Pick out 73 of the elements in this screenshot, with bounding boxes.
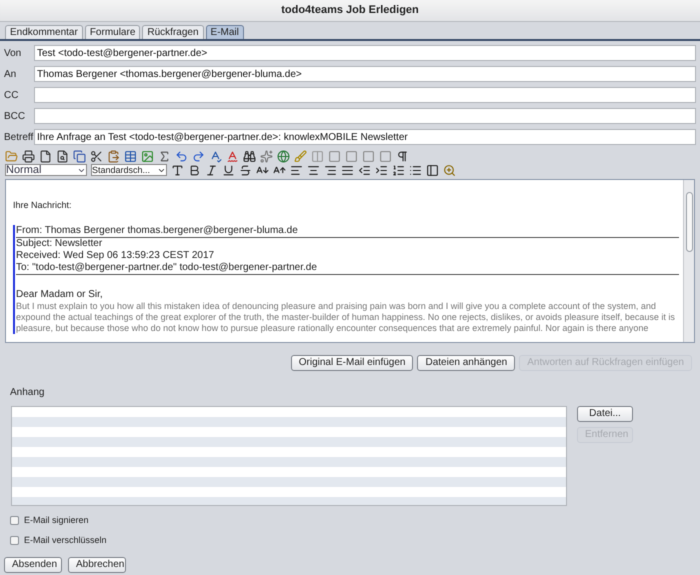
action-button[interactable]: Abbrechen	[68, 557, 126, 573]
folder-icon[interactable]	[5, 150, 18, 162]
copy-icon[interactable]	[73, 150, 86, 162]
printer-icon[interactable]	[22, 150, 35, 162]
field-label: CC	[4, 88, 20, 102]
font-icon[interactable]	[171, 164, 184, 176]
action-button[interactable]: Absenden	[4, 557, 62, 573]
checkbox[interactable]: E-Mail verschlüsseln	[10, 534, 690, 547]
table-cell-icon[interactable]	[345, 150, 358, 162]
input-field[interactable]: Test <todo-test@bergener-partner.de>	[34, 45, 696, 61]
align-right-icon[interactable]	[324, 164, 337, 176]
tab[interactable]: Endkommentar	[5, 25, 83, 39]
numbered-list-icon[interactable]	[392, 164, 405, 176]
paste-icon[interactable]	[107, 150, 120, 162]
checkbox-square[interactable]	[10, 516, 19, 526]
globe-icon[interactable]	[277, 150, 290, 162]
input-field[interactable]: Thomas Bergener <thomas.bergener@bergener-bluma.de>	[34, 66, 696, 82]
quote-header-line: Subject: Newsletter	[16, 238, 104, 250]
table-cell-icon[interactable]	[328, 150, 341, 162]
underline-icon[interactable]	[222, 164, 235, 176]
tab[interactable]: Rückfragen	[142, 25, 204, 39]
panel-icon[interactable]	[426, 164, 439, 176]
quote-header-line: To: "todo-test@bergener-partner.de" todo-test@bergener-partner.de	[16, 262, 679, 275]
action-button[interactable]: Dateien anhängen	[417, 355, 516, 371]
table-cell-icon[interactable]	[362, 150, 375, 162]
table-icon[interactable]	[124, 150, 137, 162]
image-icon[interactable]	[141, 150, 154, 162]
field-label: Betreff	[4, 130, 34, 144]
input-field[interactable]: Ihre Anfrage an Test <todo-test@bergener-partner.de>: knowlexMOBILE Newsletter	[34, 129, 696, 145]
align-justify-icon[interactable]	[341, 164, 354, 176]
input-field[interactable]	[34, 87, 696, 103]
align-center-icon[interactable]	[307, 164, 320, 176]
body-text: But I must explain to you how all this mistaken idea of denouncing pleasure and praising pain was born and I will give you a complete account of the system, and expound the actual teachings of the great explorer of the truth, the master-builder of human happiness. No one rejects, dislikes, or avoids pleasure itself, because it is pleasure, but because those who do not know how to pursue pleasure rationally encounter consequences that are extremely painful. Nor again is there anyone	[16, 301, 676, 334]
tab[interactable]: E-Mail	[206, 25, 244, 39]
document-icon[interactable]	[39, 150, 52, 162]
greeting-text: Dear Madam or Sir,	[16, 289, 104, 301]
spellcheck-icon[interactable]	[209, 150, 222, 162]
italic-icon[interactable]	[205, 164, 218, 176]
sigma-icon[interactable]	[158, 150, 171, 162]
align-left-icon[interactable]	[290, 164, 303, 176]
window-title: todo4teams Job Erledigen	[281, 3, 419, 18]
pilcrow-icon[interactable]	[396, 150, 409, 162]
checkbox[interactable]: E-Mail signieren	[10, 514, 690, 528]
field-label: Von	[4, 46, 22, 60]
section-label: Anhang	[10, 386, 46, 400]
action-button[interactable]: Datei...	[577, 406, 633, 422]
field-label: BCC	[4, 110, 26, 124]
document-search-icon[interactable]	[56, 150, 69, 162]
spellcheck-icon[interactable]	[226, 150, 239, 162]
input-field[interactable]	[34, 108, 696, 124]
quote-header-line: From: Thomas Bergener thomas.bergener@bergener-bluma.de	[16, 225, 679, 238]
tab[interactable]: Formulare	[84, 25, 140, 39]
indent-icon[interactable]	[375, 164, 388, 176]
undo-icon[interactable]	[175, 150, 188, 162]
scissors-icon[interactable]	[90, 150, 103, 162]
field-label: An	[4, 68, 18, 82]
quote-header-line: Received: Wed Sep 06 13:59:23 CEST 2017	[16, 250, 216, 262]
strikethrough-icon[interactable]	[239, 164, 252, 176]
editor-text: Ihre Nachricht:	[13, 200, 73, 211]
scroll-thumb[interactable]	[686, 192, 692, 252]
checkbox-square[interactable]	[10, 536, 19, 545]
binoculars-icon[interactable]	[243, 150, 256, 162]
font-dropdown[interactable]: Standardsch...	[91, 164, 167, 176]
bold-icon[interactable]	[188, 164, 201, 176]
bullet-list-icon[interactable]	[409, 164, 422, 176]
scrollbar[interactable]	[683, 180, 694, 342]
editor-area[interactable]	[5, 179, 695, 343]
outdent-icon[interactable]	[358, 164, 371, 176]
redo-icon[interactable]	[192, 150, 205, 162]
action-button[interactable]: Original E-Mail einfügen	[290, 355, 414, 371]
style-dropdown[interactable]: Normal	[5, 164, 87, 176]
zoom-icon[interactable]	[443, 164, 456, 176]
table-cell-icon[interactable]	[379, 150, 392, 162]
